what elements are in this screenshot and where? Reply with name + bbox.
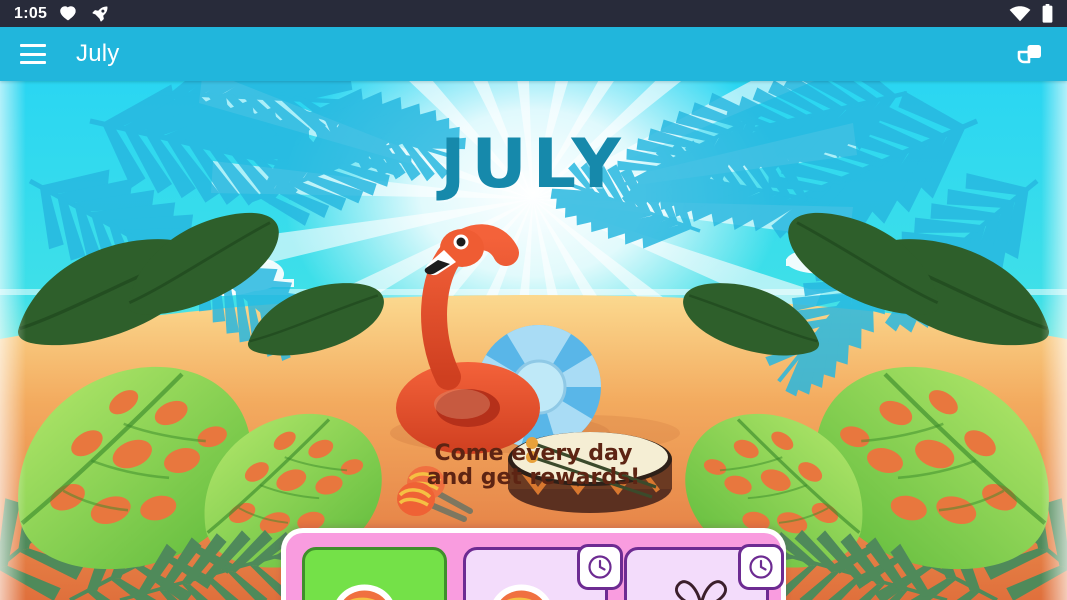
reward-card-day-3[interactable] <box>624 544 784 600</box>
hamburger-menu-icon[interactable] <box>20 44 46 64</box>
app-screen: 1:05 July JULY Come every day and get re… <box>0 0 1067 600</box>
status-bar-right <box>1009 4 1053 23</box>
hamburger-bar <box>20 61 46 64</box>
tagline-line-1: Come every day <box>434 441 633 466</box>
battery-icon <box>1042 4 1053 23</box>
duplicate-window-icon[interactable] <box>1015 39 1045 69</box>
rocket-icon <box>92 6 108 22</box>
app-bar: July <box>0 27 1067 81</box>
status-bar-left: 1:05 <box>14 5 109 23</box>
status-bar: 1:05 <box>0 0 1067 27</box>
hero-headline: JULY <box>440 125 627 204</box>
maracas-icon <box>336 584 393 600</box>
wifi-icon <box>1009 5 1031 21</box>
tagline-line-2: and get rewards! <box>426 464 641 490</box>
hero-tagline: Come every day and get rewards! <box>0 442 1067 490</box>
page-title: July <box>76 40 120 67</box>
hearts-icon <box>60 6 78 21</box>
hamburger-bar <box>20 44 46 47</box>
status-clock: 1:05 <box>14 4 48 22</box>
clock-icon <box>738 544 784 590</box>
hero-illustration: JULY Come every day and get rewards! <box>0 81 1067 600</box>
daily-reward-panel <box>281 528 786 600</box>
hamburger-bar <box>20 52 46 56</box>
reward-card-day-2[interactable] <box>463 544 623 600</box>
reward-card-day-1[interactable] <box>302 547 447 600</box>
clock-icon <box>577 544 623 590</box>
